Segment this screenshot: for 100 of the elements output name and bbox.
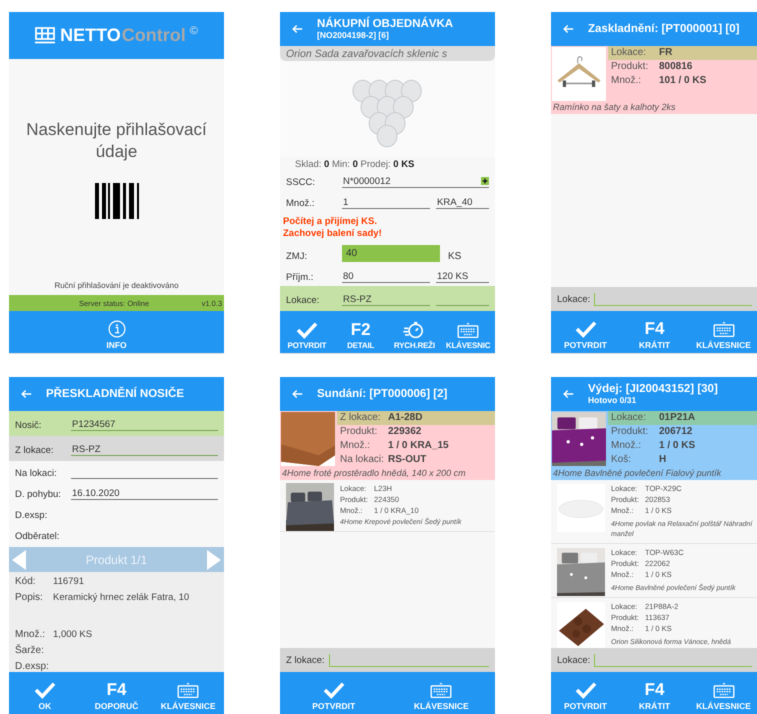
stock-text: Sklad: 0 Min: 0 Prodej: 0 KS: [294, 158, 416, 170]
info-text: Ruční přihlašování je deaktivováno: [53, 281, 180, 292]
back-arrow-icon[interactable]: [292, 389, 303, 399]
screen-subtitle: Hotovo 0/31: [588, 395, 638, 405]
field-value: 229362: [388, 425, 422, 439]
field-value: 101 / 0 KS: [659, 74, 706, 88]
keyboard-icon: [712, 320, 734, 338]
field-label: Lokace:: [557, 294, 590, 304]
previous-arrow-icon[interactable]: [12, 550, 26, 570]
keyboard-icon: [457, 321, 480, 339]
field-label: Koš:: [611, 453, 632, 467]
input-field[interactable]: KRA_40: [436, 196, 489, 210]
screen-title: Výdej: [JI20043152] [30]: [588, 383, 718, 395]
screen-subtitle: [NO2004198-2] [6]: [317, 30, 390, 40]
field-label: Šarže:: [15, 645, 45, 656]
pager-text: Produkt 1/1: [86, 552, 148, 566]
logo-text: NETTO: [60, 25, 121, 46]
field-label: Popis:: [15, 592, 44, 603]
input-field[interactable]: [594, 292, 752, 306]
field-label: ZMJ:: [286, 251, 308, 262]
field-value: 800816: [659, 60, 692, 74]
input-field[interactable]: 16.10.2020: [71, 487, 218, 500]
next-arrow-icon[interactable]: [207, 550, 221, 570]
screen-title: Zaskladnění: [PT000001] [0]: [588, 23, 740, 35]
field-label: D.exsp:: [15, 510, 48, 521]
field-value: 1 / 0 KRA_15: [388, 439, 449, 453]
field-label: Příjm.:: [286, 272, 314, 283]
input-field[interactable]: RS-PZ: [342, 293, 430, 306]
copyright-mark: ©: [190, 25, 198, 37]
check-icon: [34, 681, 56, 699]
field-value: FR: [659, 46, 672, 60]
list-item[interactable]: Z lokace: A1-28D Produkt: 229362 Množ.: 1 / 0 KRA_15 Na lokaci: RS-OUT 4Home froté prostěradlo hnědá, 140 x 200 cm: [280, 411, 495, 480]
barcode-icon: [94, 183, 138, 220]
screen-title: NÁKUPNÍ OBJEDNÁVKA: [317, 18, 454, 30]
back-arrow-icon[interactable]: [292, 24, 303, 34]
input-field[interactable]: 40: [342, 245, 440, 262]
field-label: Z lokace:: [15, 445, 55, 456]
back-arrow-icon[interactable]: [563, 389, 574, 399]
grid-icon: [35, 26, 56, 44]
field-label: Kód:: [15, 576, 37, 587]
list-item[interactable]: Lokace: FR Produkt: 800816 Množ.: 101 / 0 KS Ramínko na šaty a kalhoty 2ks: [551, 46, 757, 114]
field-label: Nosič:: [15, 420, 42, 431]
screen-title: Sundání: [PT000006] [2]: [317, 388, 448, 400]
field-value: 206712: [659, 425, 692, 439]
field-label: Množ.:: [611, 439, 642, 453]
check-icon: [574, 681, 596, 699]
field-value: H: [659, 453, 666, 467]
input-field[interactable]: N*0000012: [342, 175, 489, 188]
field-label: Z lokace:: [286, 654, 325, 666]
input-field[interactable]: [594, 654, 752, 666]
input-field[interactable]: RS-PZ: [71, 443, 218, 456]
plus-icon[interactable]: [481, 177, 489, 186]
back-arrow-icon[interactable]: [21, 389, 32, 399]
field-label: D. pohybu:: [15, 489, 62, 500]
stopwatch-icon: [403, 321, 426, 339]
item-description: Ramínko na šaty a kalhoty 2ks: [552, 101, 677, 114]
input-field[interactable]: P1234567: [71, 418, 218, 431]
info-icon: [106, 320, 128, 338]
input-field[interactable]: 1: [342, 196, 430, 210]
logo-text: Control: [122, 25, 186, 46]
field-label: Množ.:: [340, 439, 372, 453]
field-value: 116791: [53, 576, 84, 587]
field-label: Produkt:: [611, 60, 650, 74]
item-description: 4Home Bavlněné povlečení Fialový puntík: [552, 467, 722, 480]
field-label: Produkt:: [611, 425, 650, 439]
field-label: Na lokaci:: [15, 468, 58, 479]
input-field[interactable]: 80: [342, 270, 430, 283]
field-value: A1-28D: [388, 411, 422, 425]
keyboard-icon: [712, 681, 734, 699]
field-label: Množ.:: [611, 74, 642, 88]
field-label: Produkt:: [340, 425, 378, 439]
field-label: Lokace:: [611, 46, 648, 60]
field-value: 1,000 KS: [53, 629, 92, 640]
field-value: 01P21A: [659, 411, 696, 425]
field-label: Množ.:: [286, 198, 316, 210]
item-description: 4Home froté prostěradlo hnědá, 140 x 200 cm: [281, 467, 467, 480]
field-label: Na lokaci:: [340, 453, 384, 467]
field-label: Z lokace:: [340, 411, 382, 425]
list-item[interactable]: Lokace: 01P21A Produkt: 206712 Množ.: 1 / 0 KS Koš: H 4Home Bavlněné povlečení Fialový puntík: [551, 411, 757, 480]
check-icon: [322, 681, 345, 699]
input-field[interactable]: 120 KS: [436, 270, 489, 283]
keyboard-icon: [177, 681, 200, 699]
check-icon: [574, 320, 596, 338]
prompt-text: Naskenujte přihlašovací údaje: [25, 119, 208, 164]
screen-title: PŘESKLADNĚNÍ NOSIČE: [46, 388, 184, 400]
field-label: Lokace:: [557, 654, 590, 666]
product-name-bar: Orion Sada zavařovacích sklenic s: [280, 46, 495, 62]
field-label: Lokace:: [286, 295, 320, 306]
field-label: SSCC:: [286, 177, 316, 188]
warning-text: Zachovej balení sady!: [283, 228, 383, 239]
field-value: 1 / 0 KS: [659, 439, 696, 453]
keyboard-icon: [430, 681, 452, 699]
field-value: RS-OUT: [388, 453, 426, 467]
field-label: Odběratel:: [15, 531, 60, 542]
input-field[interactable]: [328, 654, 489, 666]
field-label: Množ.:: [15, 629, 46, 640]
field-label: D.exsp:: [15, 661, 49, 672]
check-icon: [296, 321, 318, 339]
back-arrow-icon[interactable]: [563, 24, 574, 34]
unit-label: KS: [447, 251, 462, 262]
